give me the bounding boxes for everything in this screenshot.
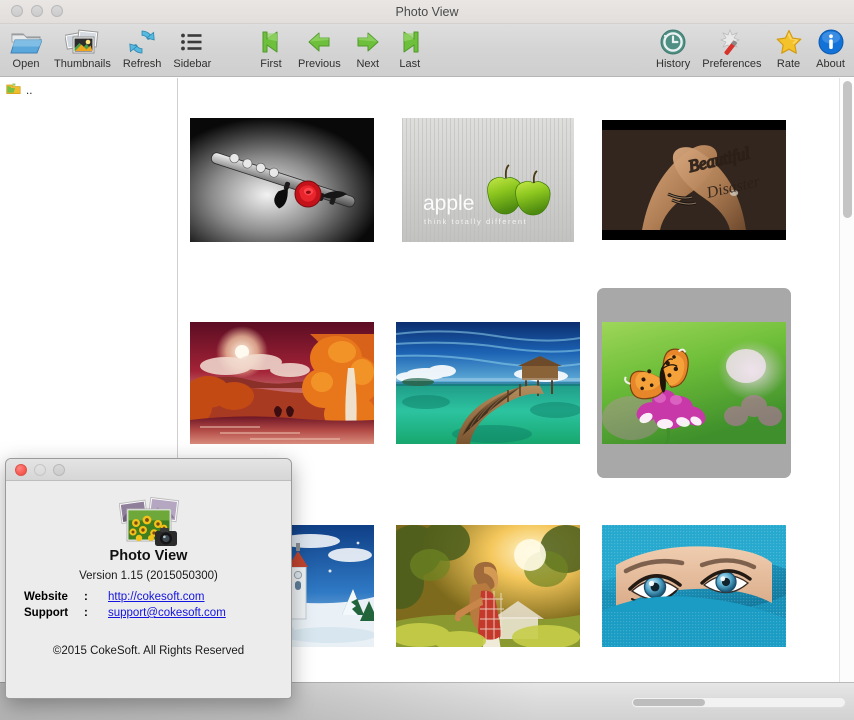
thumbnails-icon — [65, 26, 99, 58]
about-dialog-body: Photo View Version 1.15 (2015050300) Web… — [6, 481, 291, 697]
horizontal-scrollbar[interactable] — [631, 697, 846, 708]
toolbar-preferences-label: Preferences — [702, 58, 762, 70]
toolbar-about-label: About — [816, 58, 845, 70]
thumbnail-blue-eyes-teal-veil[interactable] — [597, 491, 791, 681]
thumbnail-cell[interactable] — [591, 281, 797, 484]
about-traffic-lights — [15, 464, 65, 476]
thumbnail-beautiful-disaster-tattoo[interactable]: Beautiful Disaster — [597, 85, 791, 275]
toolbar-next-button[interactable]: Next — [347, 24, 389, 77]
toolbar-open-label: Open — [12, 58, 40, 70]
last-arrow-icon — [395, 26, 425, 58]
previous-arrow-icon — [304, 26, 334, 58]
next-arrow-icon — [353, 26, 383, 58]
toolbar-left-group: Open Thumbnails Refresh Sidebar — [4, 24, 217, 77]
svg-text:apple: apple — [423, 192, 474, 215]
toolbar-thumbnails-button[interactable]: Thumbnails — [48, 24, 117, 77]
toolbar-navigation-group: First Previous Next Last — [250, 24, 431, 77]
about-support-link[interactable]: support@cokesoft.com — [108, 607, 226, 619]
toolbar-about-button[interactable]: About — [810, 24, 852, 77]
window-title: Photo View — [395, 5, 459, 19]
thumbnail-cell[interactable]: Beautiful Disaster — [591, 78, 797, 281]
toolbar-last-label: Last — [399, 58, 421, 70]
refresh-icon — [127, 26, 157, 58]
svg-text:think totally different: think totally different — [424, 217, 527, 226]
about-website-row: Website : http://cokesoft.com — [24, 591, 279, 607]
about-zoom-button[interactable] — [53, 464, 65, 476]
about-links: Website : http://cokesoft.com Support : … — [24, 591, 279, 623]
main-toolbar: Open Thumbnails Refresh Sidebar First Pr… — [0, 24, 854, 77]
about-minimize-button[interactable] — [34, 464, 46, 476]
thumbnail-cell[interactable] — [385, 484, 591, 682]
thumbnail-cell[interactable] — [385, 281, 591, 484]
toolbar-history-button[interactable]: History — [650, 24, 696, 77]
horizontal-scrollbar-thumb[interactable] — [633, 699, 705, 706]
thumbnail-girl-in-plaid-sunset[interactable] — [391, 491, 585, 681]
sidebar-list-icon — [179, 26, 205, 58]
toolbar-right-group: History Preferences Rate About — [650, 24, 852, 77]
history-clock-icon — [658, 26, 688, 58]
about-support-label: Support — [24, 607, 69, 619]
toolbar-first-label: First — [260, 58, 282, 70]
about-dialog-titlebar — [6, 459, 291, 481]
thumbnail-cell[interactable] — [179, 281, 385, 484]
thumbnail-flute-red-rose[interactable] — [185, 85, 379, 275]
toolbar-open-button[interactable]: Open — [4, 24, 48, 77]
window-titlebar: Photo View — [0, 0, 854, 24]
sidebar-item-label: .. — [26, 84, 33, 97]
toolbar-rate-button[interactable]: Rate — [768, 24, 810, 77]
toolbar-first-button[interactable]: First — [250, 24, 292, 77]
open-folder-icon — [10, 26, 42, 58]
toolbar-rate-label: Rate — [776, 58, 801, 70]
about-support-row: Support : support@cokesoft.com — [24, 607, 279, 623]
about-website-colon: : — [84, 591, 88, 603]
thumbnail-apple-think-totally-different[interactable]: apple think totally different — [391, 85, 585, 275]
about-version-text: Version 1.15 (2015050300) — [79, 570, 218, 582]
preferences-wand-icon — [717, 26, 747, 58]
thumbnail-tropical-pier-over-water[interactable] — [391, 288, 585, 478]
toolbar-previous-button[interactable]: Previous — [292, 24, 347, 77]
sidebar-item-parent-folder[interactable]: .. — [0, 78, 177, 100]
vertical-scrollbar[interactable] — [839, 78, 854, 682]
thumbnail-butterfly-on-pink-clover[interactable] — [597, 287, 791, 478]
thumbnail-cell[interactable] — [591, 484, 797, 682]
toolbar-next-label: Next — [356, 58, 380, 70]
thumbnail-cell[interactable]: apple think totally different — [385, 78, 591, 281]
about-dialog: Photo View Version 1.15 (2015050300) Web… — [5, 458, 292, 699]
toolbar-refresh-label: Refresh — [122, 58, 162, 70]
toolbar-history-label: History — [656, 58, 691, 70]
info-icon — [816, 26, 846, 58]
toolbar-sidebar-label: Sidebar — [173, 58, 212, 70]
toolbar-thumbnails-label: Thumbnails — [54, 58, 111, 70]
toolbar-refresh-button[interactable]: Refresh — [117, 24, 168, 77]
about-copyright: ©2015 CokeSoft. All Rights Reserved — [52, 645, 245, 657]
about-support-colon: : — [84, 607, 88, 619]
toolbar-sidebar-button[interactable]: Sidebar — [167, 24, 217, 77]
first-arrow-icon — [256, 26, 286, 58]
thumbnail-autumn-waterfall-landscape[interactable] — [185, 288, 379, 478]
about-close-button[interactable] — [15, 464, 27, 476]
about-app-name: Photo View — [109, 548, 188, 564]
thumbnail-cell[interactable] — [179, 78, 385, 281]
toolbar-previous-label: Previous — [298, 58, 341, 70]
star-icon — [774, 26, 804, 58]
about-website-label: Website — [24, 591, 68, 603]
folder-icon — [6, 82, 21, 100]
app-icon — [118, 496, 181, 547]
toolbar-last-button[interactable]: Last — [389, 24, 431, 77]
about-website-link[interactable]: http://cokesoft.com — [108, 591, 205, 603]
toolbar-preferences-button[interactable]: Preferences — [696, 24, 767, 77]
vertical-scrollbar-thumb[interactable] — [843, 81, 852, 218]
